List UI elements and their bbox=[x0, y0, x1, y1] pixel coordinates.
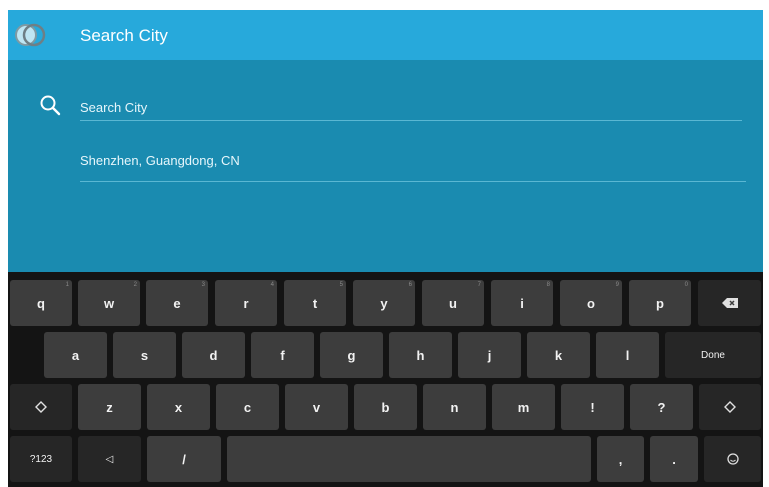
on-screen-keyboard: q1 w2 e3 r4 t5 y6 u7 i8 o9 p0 a s d f g … bbox=[8, 272, 763, 487]
key-label: o bbox=[587, 295, 595, 311]
shift-icon bbox=[35, 401, 47, 413]
emoji-icon bbox=[726, 453, 739, 465]
key-e[interactable]: e3 bbox=[146, 280, 208, 326]
key-label: y bbox=[380, 295, 388, 311]
shift-left-key[interactable] bbox=[10, 384, 72, 430]
key-hint: 9 bbox=[615, 282, 619, 288]
key-hint: 7 bbox=[477, 282, 481, 288]
symbols-key[interactable]: ?123 bbox=[10, 436, 72, 482]
key-l[interactable]: l bbox=[596, 332, 659, 378]
key-hint: 3 bbox=[201, 282, 205, 288]
key-label: r bbox=[243, 295, 249, 311]
key-u[interactable]: u7 bbox=[422, 280, 484, 326]
app-bar-title: Search City bbox=[80, 26, 168, 45]
key-b[interactable]: b bbox=[354, 384, 417, 430]
key-n[interactable]: n bbox=[423, 384, 486, 430]
key-j[interactable]: j bbox=[458, 332, 521, 378]
key-w[interactable]: w2 bbox=[78, 280, 140, 326]
key-hint: 0 bbox=[684, 282, 688, 288]
cursor-left-key[interactable]: ◁ bbox=[78, 436, 141, 482]
key-hint: 2 bbox=[133, 282, 137, 288]
search-input[interactable] bbox=[80, 96, 740, 118]
key-label: p bbox=[656, 295, 664, 311]
key-label: e bbox=[173, 295, 181, 311]
key-slash[interactable]: / bbox=[147, 436, 221, 482]
search-underline bbox=[80, 120, 742, 121]
key-c[interactable]: c bbox=[216, 384, 279, 430]
key-label: t bbox=[312, 295, 318, 311]
key-k[interactable]: k bbox=[527, 332, 590, 378]
key-m[interactable]: m bbox=[492, 384, 555, 430]
done-key[interactable]: Done bbox=[665, 332, 761, 378]
emoji-key[interactable] bbox=[704, 436, 761, 482]
key-v[interactable]: v bbox=[285, 384, 348, 430]
key-h[interactable]: h bbox=[389, 332, 452, 378]
key-f[interactable]: f bbox=[251, 332, 314, 378]
key-hint: 1 bbox=[65, 282, 69, 288]
shift-icon bbox=[724, 401, 736, 413]
key-r[interactable]: r4 bbox=[215, 280, 277, 326]
key-hint: 8 bbox=[546, 282, 550, 288]
result-item[interactable]: Shenzhen, Guangdong, CN bbox=[80, 153, 240, 168]
key-p[interactable]: p0 bbox=[629, 280, 691, 326]
key-d[interactable]: d bbox=[182, 332, 245, 378]
app-screen: Search City Shenzhen, Guangdong, CN q1 w… bbox=[8, 10, 763, 487]
shift-right-key[interactable] bbox=[699, 384, 761, 430]
key-comma[interactable]: , bbox=[597, 436, 644, 482]
key-y[interactable]: y6 bbox=[353, 280, 415, 326]
app-bar: Search City bbox=[8, 10, 763, 60]
backspace-key[interactable] bbox=[698, 280, 761, 326]
search-panel: Shenzhen, Guangdong, CN bbox=[8, 60, 763, 272]
key-g[interactable]: g bbox=[320, 332, 383, 378]
backspace-icon bbox=[721, 298, 738, 308]
key-label: i bbox=[520, 295, 524, 311]
search-icon bbox=[40, 95, 61, 116]
key-z[interactable]: z bbox=[78, 384, 141, 430]
space-key[interactable] bbox=[227, 436, 591, 482]
app-logo-icon[interactable] bbox=[14, 21, 48, 49]
key-label: q bbox=[37, 295, 45, 311]
key-s[interactable]: s bbox=[113, 332, 176, 378]
key-o[interactable]: o9 bbox=[560, 280, 622, 326]
key-hint: 4 bbox=[270, 282, 274, 288]
key-period[interactable]: . bbox=[650, 436, 698, 482]
key-hint: 5 bbox=[339, 282, 343, 288]
key-label: w bbox=[103, 295, 115, 311]
key-exclamation[interactable]: ! bbox=[561, 384, 624, 430]
key-q[interactable]: q1 bbox=[10, 280, 72, 326]
key-hint: 6 bbox=[408, 282, 412, 288]
key-label: u bbox=[449, 295, 457, 311]
key-question[interactable]: ? bbox=[630, 384, 693, 430]
key-a[interactable]: a bbox=[44, 332, 107, 378]
result-divider bbox=[80, 181, 746, 182]
key-t[interactable]: t5 bbox=[284, 280, 346, 326]
key-x[interactable]: x bbox=[147, 384, 210, 430]
key-i[interactable]: i8 bbox=[491, 280, 553, 326]
